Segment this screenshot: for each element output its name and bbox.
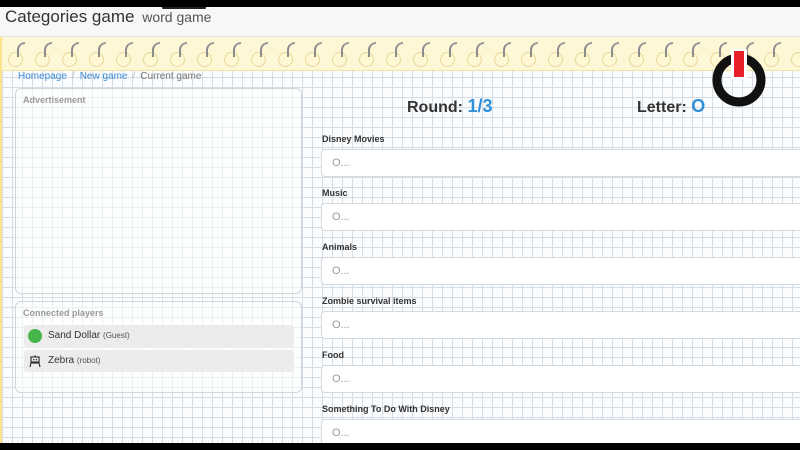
spiral-hole [8,42,25,67]
letter-indicator: Letter: O [637,96,705,117]
breadcrumb-current: Current game [140,71,202,82]
spiral-hole [224,42,241,67]
category-input-music[interactable] [321,203,800,231]
spiral-hole [683,42,700,67]
robot-icon [29,355,41,368]
connected-players-panel: Connected players Sand Dollar (Guest) Ze… [15,301,302,393]
app-title: Categories game word game [5,7,211,27]
breadcrumb-new-game-link[interactable]: New game [80,71,128,82]
category-label-disney-movies: Disney Movies [322,134,385,144]
player-name: Sand Dollar (Guest) [48,330,130,341]
player-row[interactable]: Zebra (robot) [24,350,294,372]
power-logo-icon [712,49,766,107]
spiral-holes [2,42,800,70]
spiral-hole [251,42,268,67]
player-row[interactable]: Sand Dollar (Guest) [24,325,294,347]
online-dot-icon [28,329,42,343]
category-label-something-to-do-with-disney: Something To Do With Disney [322,404,450,414]
spiral-hole [386,42,403,67]
spiral-hole [143,42,160,67]
notebook-spiral-strip [2,37,800,71]
category-input-disney-movies[interactable] [321,149,800,177]
spiral-hole [359,42,376,67]
spiral-hole [602,42,619,67]
round-label: Round: [407,99,463,116]
notebook-paper: Homepage / New game / Current game Advertise… [0,37,800,443]
spiral-hole [629,42,646,67]
spiral-hole [305,42,322,67]
breadcrumb-separator: / [132,71,136,82]
breadcrumb-separator: / [71,71,75,82]
round-indicator: Round: 1/3 [407,96,492,117]
category-label-food: Food [322,350,344,360]
spiral-hole [116,42,133,67]
category-label-animals: Animals [322,242,358,252]
spiral-hole [278,42,295,67]
player-role: (robot) [76,356,101,365]
spiral-hole [413,42,430,67]
game-window: Categories game word game Homepage / New g… [0,7,800,443]
breadcrumb: Homepage / New game / Current game [18,71,201,82]
advertisement-panel: Advertisement [15,88,302,294]
spiral-hole [197,42,214,67]
spiral-hole [35,42,52,67]
player-role: (Guest) [103,331,130,340]
title-bar: Categories game word game [0,7,800,37]
spiral-hole [791,46,800,67]
spiral-hole [440,42,457,67]
advertisement-label: Advertisement [23,95,86,105]
category-label-music: Music [322,188,348,198]
category-input-animals[interactable] [321,257,800,285]
letter-label: Letter: [637,99,687,116]
category-input-zombie-survival-items[interactable] [321,311,800,339]
spiral-hole [656,42,673,67]
spiral-hole [575,42,592,67]
app-title-text: Categories game [5,7,135,26]
category-label-zombie-survival-items: Zombie survival items [322,296,417,306]
connected-players-label: Connected players [23,308,104,318]
category-input-something-to-do-with-disney[interactable] [321,419,800,443]
spiral-hole [467,42,484,67]
spiral-hole [332,42,349,67]
player-name-text: Sand Dollar [48,330,101,341]
spiral-hole [89,42,106,67]
category-input-food[interactable] [321,365,800,393]
spiral-hole [494,42,511,67]
spiral-hole [521,42,538,67]
round-value: 1/3 [467,96,493,116]
spiral-hole [170,42,187,67]
breadcrumb-homepage-link[interactable]: Homepage [18,71,67,82]
app-subtitle: word game [142,9,212,25]
letter-value: O [691,96,706,116]
spiral-hole [62,42,79,67]
spiral-hole [548,42,565,67]
player-name-text: Zebra [48,355,75,366]
player-name: Zebra (robot) [48,355,100,366]
